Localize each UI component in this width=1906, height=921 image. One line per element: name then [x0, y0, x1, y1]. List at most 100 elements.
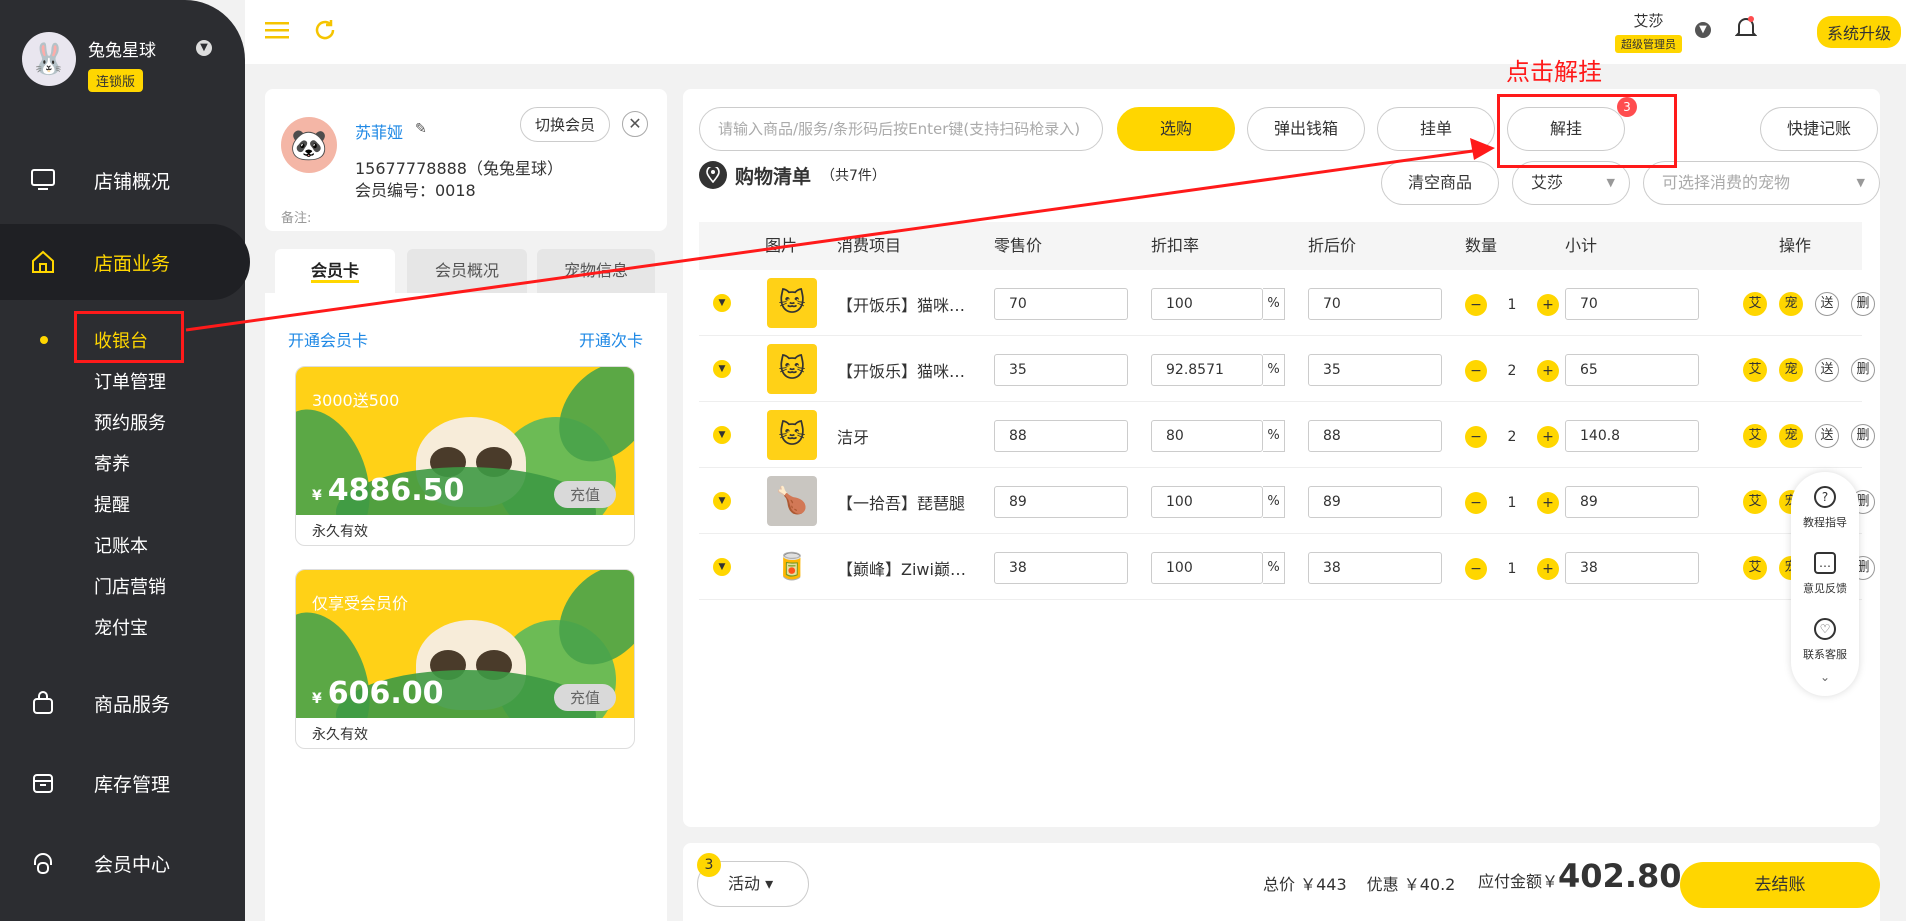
refresh-icon[interactable]	[313, 18, 337, 46]
expand-icon[interactable]: ▼	[713, 492, 731, 510]
retail-price-input[interactable]: 70	[994, 288, 1128, 320]
delete-button[interactable]: 删	[1851, 424, 1875, 448]
subtotal-input[interactable]: 89	[1565, 486, 1699, 518]
decrease-qty-button[interactable]: −	[1465, 558, 1487, 580]
user-name: 艾莎	[1633, 12, 1664, 30]
subtotal-input[interactable]: 38	[1565, 552, 1699, 584]
clear-goods-button[interactable]: 清空商品	[1381, 161, 1499, 205]
delete-button[interactable]: 删	[1851, 292, 1875, 316]
tab-pet-info[interactable]: 宠物信息	[537, 249, 655, 293]
brand-dropdown-icon[interactable]: ▼	[196, 40, 212, 56]
hang-order-button[interactable]: 挂单	[1377, 107, 1495, 151]
assign-pet-button[interactable]: 宠	[1779, 292, 1803, 316]
subnav-petpay[interactable]: 宠付宝	[94, 614, 148, 640]
subnav-ledger[interactable]: 记账本	[94, 532, 148, 558]
brand: 🐰 兔兔星球 连锁版	[22, 32, 156, 92]
quick-account-button[interactable]: 快捷记账	[1760, 107, 1878, 151]
nav-goods-services[interactable]: 商品服务	[0, 665, 245, 741]
open-member-card-link[interactable]: 开通会员卡	[288, 327, 368, 351]
increase-qty-button[interactable]: +	[1537, 294, 1559, 316]
retail-price-input[interactable]: 35	[994, 354, 1128, 386]
retail-price-input[interactable]: 88	[994, 420, 1128, 452]
nav-member-center[interactable]: 会员中心	[0, 825, 245, 901]
decrease-qty-button[interactable]: −	[1465, 426, 1487, 448]
subtotal-input[interactable]: 140.8	[1565, 420, 1699, 452]
assign-staff-button[interactable]: 艾	[1743, 358, 1767, 382]
after-price-input[interactable]: 38	[1308, 552, 1442, 584]
tab-member-overview[interactable]: 会员概况	[407, 249, 527, 293]
gift-button[interactable]: 送	[1815, 424, 1839, 448]
chevron-down-icon[interactable]: ⌄	[1791, 670, 1859, 684]
expand-icon[interactable]: ▼	[713, 360, 731, 378]
checkout-button[interactable]: 去结账	[1680, 862, 1880, 908]
subtotal-input[interactable]: 70	[1565, 288, 1699, 320]
member-name[interactable]: 苏菲娅	[355, 119, 403, 143]
increase-qty-button[interactable]: +	[1537, 492, 1559, 514]
subnav-orders[interactable]: 订单管理	[94, 368, 166, 394]
open-times-card-link[interactable]: 开通次卡	[579, 327, 643, 351]
edit-icon[interactable]: ✎	[415, 121, 427, 137]
pet-select[interactable]: 可选择消费的宠物 ▼	[1643, 161, 1880, 205]
system-upgrade-button[interactable]: 系统升级	[1817, 16, 1902, 48]
customer-service-button[interactable]: ♡ 联系客服	[1791, 618, 1859, 662]
after-price-input[interactable]: 35	[1308, 354, 1442, 386]
expand-icon[interactable]: ▼	[713, 426, 731, 444]
subnav-boarding[interactable]: 寄养	[94, 450, 130, 476]
discount-rate-input[interactable]: 100	[1151, 552, 1263, 584]
cash-drawer-button[interactable]: 弹出钱箱	[1247, 107, 1365, 151]
subnav-marketing[interactable]: 门店营销	[94, 573, 166, 599]
subnav-reminders[interactable]: 提醒	[94, 491, 130, 517]
member-card-item[interactable]: 仅享受会员价 ¥606.00 充值 永久有效	[295, 569, 635, 749]
card-validity: 永久有效	[312, 727, 368, 743]
menu-icon[interactable]	[265, 20, 289, 44]
expand-icon[interactable]: ▼	[713, 558, 731, 576]
col-discount: 折扣率	[1151, 236, 1200, 255]
increase-qty-button[interactable]: +	[1537, 426, 1559, 448]
product-search-input[interactable]: 请输入商品/服务/条形码后按Enter键(支持扫码枪录入)	[699, 107, 1103, 151]
recharge-button[interactable]: 充值	[553, 481, 616, 508]
col-price: 零售价	[994, 236, 1043, 255]
user-info[interactable]: 艾莎 超级管理员	[1615, 10, 1682, 53]
retail-price-input[interactable]: 89	[994, 486, 1128, 518]
feedback-button[interactable]: … 意见反馈	[1791, 552, 1859, 596]
nav-store-overview[interactable]: 店铺概况	[0, 142, 245, 218]
decrease-qty-button[interactable]: −	[1465, 294, 1487, 316]
assign-staff-button[interactable]: 艾	[1743, 490, 1767, 514]
discount-rate-input[interactable]: 100	[1151, 486, 1263, 518]
expand-icon[interactable]: ▼	[713, 294, 731, 312]
switch-member-button[interactable]: 切换会员	[520, 107, 611, 142]
retail-price-input[interactable]: 38	[994, 552, 1128, 584]
increase-qty-button[interactable]: +	[1537, 360, 1559, 382]
decrease-qty-button[interactable]: −	[1465, 360, 1487, 382]
decrease-qty-button[interactable]: −	[1465, 492, 1487, 514]
discount-rate-input[interactable]: 100	[1151, 288, 1263, 320]
recharge-button[interactable]: 充值	[553, 684, 616, 711]
delete-button[interactable]: 删	[1851, 358, 1875, 382]
gift-button[interactable]: 送	[1815, 358, 1839, 382]
user-dropdown-icon[interactable]: ▼	[1695, 22, 1711, 38]
increase-qty-button[interactable]: +	[1537, 558, 1559, 580]
assign-pet-button[interactable]: 宠	[1779, 424, 1803, 448]
after-price-input[interactable]: 70	[1308, 288, 1442, 320]
nav-store-business[interactable]: 店面业务	[0, 224, 250, 300]
tutorial-button[interactable]: ? 教程指导	[1791, 486, 1859, 530]
assign-staff-button[interactable]: 艾	[1743, 556, 1767, 580]
assign-staff-button[interactable]: 艾	[1743, 292, 1767, 316]
tab-member-card[interactable]: 会员卡	[275, 249, 395, 293]
assign-staff-button[interactable]: 艾	[1743, 424, 1767, 448]
after-price-input[interactable]: 89	[1308, 486, 1442, 518]
bell-icon[interactable]	[1734, 16, 1758, 44]
assign-pet-button[interactable]: 宠	[1779, 358, 1803, 382]
member-card-item[interactable]: 3000送500 ¥4886.50 充值 永久有效	[295, 366, 635, 546]
subnav-appointments[interactable]: 预约服务	[94, 409, 166, 435]
nav-inventory[interactable]: 库存管理	[0, 745, 245, 821]
totals: 总价 ￥443 优惠 ￥40.2	[1263, 871, 1475, 895]
can-icon: 🥫	[767, 542, 817, 592]
after-price-input[interactable]: 88	[1308, 420, 1442, 452]
select-goods-button[interactable]: 选购	[1117, 107, 1235, 151]
discount-rate-input[interactable]: 80	[1151, 420, 1263, 452]
subtotal-input[interactable]: 65	[1565, 354, 1699, 386]
close-member-button[interactable]: ✕	[622, 111, 648, 137]
gift-button[interactable]: 送	[1815, 292, 1839, 316]
discount-rate-input[interactable]: 92.8571	[1151, 354, 1263, 386]
